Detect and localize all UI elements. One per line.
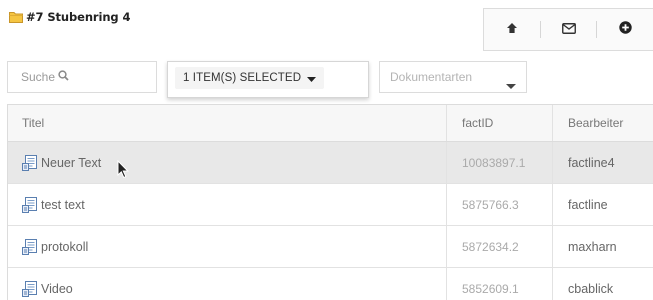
editor-cell: factline — [553, 184, 653, 225]
editor-cell: factline4 — [553, 142, 653, 183]
row-title[interactable]: protokoll — [41, 240, 88, 254]
add-button[interactable] — [597, 9, 653, 50]
document-icon — [22, 280, 38, 297]
plus-circle-icon — [618, 20, 632, 39]
search-input[interactable]: Suche — [7, 61, 157, 93]
row-editor: factline4 — [568, 155, 615, 170]
table-header: Titel factID Bearbeiter — [8, 105, 653, 142]
page-title: #7 Stubenring 4 — [26, 10, 131, 24]
table-row[interactable]: Video 5852609.1 cbablick — [8, 268, 653, 300]
row-title[interactable]: Neuer Text — [41, 156, 101, 170]
table-row[interactable]: protokoll 5872634.2 maxharn — [8, 226, 653, 268]
document-icon — [22, 154, 38, 171]
mouse-cursor-icon — [117, 159, 129, 184]
table-row[interactable]: test text 5875766.3 factline — [8, 184, 653, 226]
title-cell: Video — [8, 268, 447, 300]
title-cell: Neuer Text — [8, 142, 447, 183]
row-title[interactable]: test text — [41, 198, 85, 212]
search-placeholder: Suche — [21, 70, 56, 84]
selection-label: 1 ITEM(S) SELECTED — [183, 72, 302, 84]
upload-button[interactable] — [484, 9, 540, 50]
folder-icon — [9, 11, 23, 23]
table-row[interactable]: Neuer Text 10083897.1 factline4 — [8, 142, 653, 184]
row-factid: 5852609.1 — [462, 281, 519, 296]
mail-button[interactable] — [541, 9, 597, 50]
row-factid: 10083897.1 — [462, 155, 526, 170]
action-toolbar — [483, 8, 653, 51]
search-icon — [58, 68, 69, 86]
doctype-placeholder: Dokumentarten — [390, 70, 473, 84]
document-icon — [22, 196, 38, 213]
envelope-icon — [561, 21, 576, 39]
title-cell: test text — [8, 184, 447, 225]
caret-down-icon — [506, 76, 516, 94]
row-title[interactable]: Video — [41, 282, 73, 296]
row-factid: 5872634.2 — [462, 239, 519, 254]
column-header-editor[interactable]: Bearbeiter — [553, 105, 653, 141]
folder-heading: #7 Stubenring 4 — [9, 10, 130, 24]
factid-cell: 5872634.2 — [447, 226, 553, 267]
documents-table: Titel factID Bearbeiter Neuer Text 10083… — [7, 104, 653, 300]
factid-cell: 10083897.1 — [447, 142, 553, 183]
row-factid: 5875766.3 — [462, 197, 519, 212]
selection-dropdown[interactable]: 1 ITEM(S) SELECTED — [167, 61, 369, 98]
factid-cell: 5852609.1 — [447, 268, 553, 300]
selection-pill[interactable]: 1 ITEM(S) SELECTED — [175, 67, 325, 89]
row-editor: factline — [568, 197, 608, 212]
row-editor: maxharn — [568, 239, 617, 254]
arrow-up-icon — [506, 21, 518, 39]
doctype-select[interactable]: Dokumentarten — [379, 61, 527, 93]
row-editor: cbablick — [568, 281, 614, 296]
editor-cell: maxharn — [553, 226, 653, 267]
column-header-factid[interactable]: factID — [447, 105, 553, 141]
title-cell: protokoll — [8, 226, 447, 267]
factid-cell: 5875766.3 — [447, 184, 553, 225]
editor-cell: cbablick — [553, 268, 653, 300]
document-icon — [22, 238, 38, 255]
column-header-title[interactable]: Titel — [8, 105, 447, 141]
caret-down-icon — [307, 69, 317, 87]
